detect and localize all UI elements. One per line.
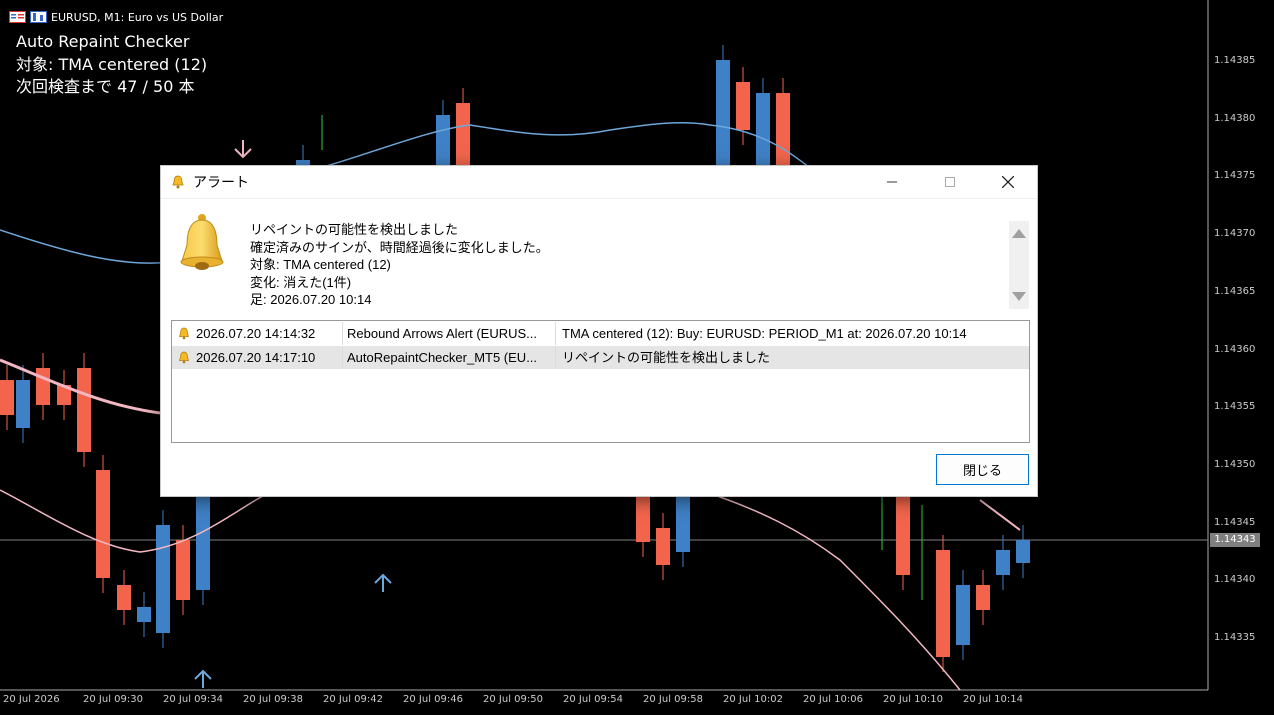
chart-window-icon (9, 11, 26, 23)
message-line: 変化: 消えた(1件) (250, 274, 352, 290)
candle-body (456, 103, 470, 170)
message-line: 確定済みのサインが、時間経過後に変化しました。 (250, 239, 549, 255)
info-target: 対象: TMA centered (12) (16, 54, 208, 74)
alert-time: 2026.07.20 14:17:10 (196, 350, 316, 365)
tma-line-lower (0, 489, 276, 553)
candle-body (776, 93, 790, 170)
alert-row[interactable]: 2026.07.20 14:14:32 Rebound Arrows Alert… (172, 322, 1029, 345)
bell-icon (179, 327, 189, 340)
close-button[interactable]: 閉じる (936, 454, 1029, 485)
candle-body (436, 115, 450, 170)
info-next-check: 次回検査まで 47 / 50 本 (16, 77, 195, 96)
price-tick-label: 1.14365 (1214, 285, 1256, 297)
chart-type-icon (30, 11, 47, 23)
candle-body (137, 607, 151, 622)
alert-message: リペイントの可能性を検出しました 確定済みのサインが、時間経過後に変化しました。… (250, 221, 549, 309)
candle-body (636, 495, 650, 542)
price-tick-label: 1.14375 (1214, 170, 1256, 182)
minimize-button[interactable] (863, 166, 921, 198)
candle-body (896, 495, 910, 575)
candle-body (96, 470, 110, 578)
price-tick-label: 1.14340 (1214, 574, 1256, 586)
candle-body (716, 60, 730, 170)
candle-body (196, 490, 210, 590)
message-line: 足: 2026.07.20 10:14 (250, 292, 372, 307)
candle-body (36, 368, 50, 405)
alert-message-cell: リペイントの可能性を検出しました (562, 350, 771, 365)
candle-body (0, 380, 14, 415)
candle-body (996, 550, 1010, 575)
price-tick-label: 1.14360 (1214, 343, 1256, 355)
time-tick-label: 20 Jul 09:38 (243, 694, 303, 705)
alert-dialog: アラート リペイントの可能性を検出しました 確定済みのサインが、時間経過後に変化… (160, 165, 1038, 497)
up-arrow-icon (194, 669, 212, 688)
candle-body (736, 82, 750, 130)
candle-body (756, 93, 770, 170)
message-line: 対象: TMA centered (12) (250, 257, 391, 272)
price-tick-label: 1.14335 (1214, 632, 1256, 643)
dialog-titlebar[interactable]: アラート (161, 166, 1037, 199)
time-tick-label: 20 Jul 2026 (3, 694, 60, 705)
time-tick-label: 20 Jul 09:34 (163, 694, 223, 705)
time-tick-label: 20 Jul 09:42 (323, 694, 383, 705)
message-scrollbar[interactable] (1009, 221, 1029, 309)
time-tick-label: 20 Jul 09:54 (563, 694, 623, 705)
scroll-up-icon[interactable] (1012, 229, 1026, 238)
chart-header: EURUSD, M1: Euro vs US Dollar (9, 9, 223, 25)
candle-body (117, 585, 131, 610)
info-title: Auto Repaint Checker (16, 32, 190, 51)
time-tick-label: 20 Jul 09:50 (483, 694, 543, 705)
close-window-button[interactable] (979, 166, 1037, 198)
candle-body (656, 528, 670, 565)
symbol-label: EURUSD, M1: Euro vs US Dollar (51, 10, 224, 24)
bell-icon (180, 214, 224, 270)
tma-line-right (699, 489, 961, 691)
bell-icon (179, 351, 189, 364)
close-icon (1002, 176, 1014, 188)
bell-icon (172, 175, 184, 189)
time-tick-label: 20 Jul 10:06 (803, 694, 863, 705)
candle-body (77, 368, 91, 452)
price-tick-label: 1.14350 (1214, 458, 1256, 470)
candle-body (176, 540, 190, 600)
alert-source: Rebound Arrows Alert (EURUS... (343, 322, 556, 345)
time-tick-label: 20 Jul 10:14 (963, 694, 1023, 705)
minimize-icon (887, 181, 897, 183)
time-tick-label: 20 Jul 10:02 (723, 694, 783, 705)
candle-body (16, 380, 30, 428)
price-tick-label: 1.14385 (1214, 55, 1256, 66)
time-tick-label: 20 Jul 09:30 (83, 694, 143, 705)
price-tick-label: 1.14345 (1214, 516, 1256, 528)
down-arrow-icon (234, 140, 252, 159)
price-tick-label: 1.14380 (1214, 112, 1256, 124)
alert-row-selected[interactable]: 2026.07.20 14:17:10 AutoRepaintChecker_M… (172, 346, 1029, 369)
time-tick-label: 20 Jul 10:10 (883, 694, 943, 705)
alert-message-cell: TMA centered (12): Buy: EURUSD: PERIOD_M… (562, 326, 967, 341)
up-arrow-icon (374, 573, 392, 592)
time-tick-label: 20 Jul 09:46 (403, 694, 463, 705)
price-tick-label: 1.14370 (1214, 228, 1256, 240)
indicator-info: Auto Repaint Checker 対象: TMA centered (1… (16, 31, 207, 99)
alert-source: AutoRepaintChecker_MT5 (EU... (343, 346, 556, 369)
candle-body (156, 525, 170, 633)
dialog-title: アラート (193, 174, 249, 190)
message-line: リペイントの可能性を検出しました (250, 222, 459, 237)
scroll-down-icon[interactable] (1012, 292, 1026, 301)
tma-line-right-top (979, 499, 1021, 531)
time-tick-label: 20 Jul 09:58 (643, 694, 703, 705)
candle-body (956, 585, 970, 645)
maximize-button[interactable] (921, 166, 979, 198)
maximize-icon (945, 177, 955, 187)
alert-list[interactable]: 2026.07.20 14:14:32 Rebound Arrows Alert… (171, 320, 1030, 443)
price-tick-label: 1.14355 (1214, 401, 1256, 413)
candle-body (976, 585, 990, 610)
alert-time: 2026.07.20 14:14:32 (196, 326, 316, 341)
candle-body (936, 550, 950, 657)
candle-body (676, 495, 690, 552)
current-price-label: 1.14343 (1210, 533, 1260, 547)
candle-body (1016, 540, 1030, 563)
message-area: リペイントの可能性を検出しました 確定済みのサインが、時間経過後に変化しました。… (161, 199, 1037, 311)
